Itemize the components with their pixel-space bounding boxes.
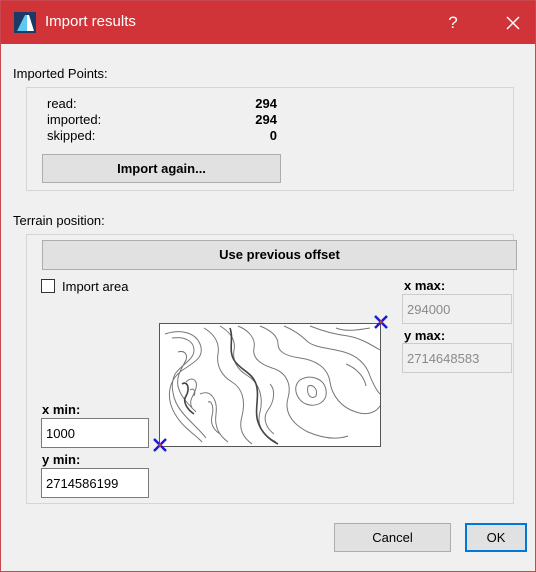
title-bar: Import results ? — [1, 1, 535, 44]
close-icon — [506, 16, 520, 30]
x-marker-icon-max[interactable] — [373, 314, 389, 330]
y-min-label: y min: — [42, 452, 81, 467]
imported-points-label: Imported Points: — [13, 66, 108, 81]
ok-button[interactable]: OK — [465, 523, 527, 552]
help-button[interactable]: ? — [438, 10, 468, 36]
skipped-label: skipped: — [47, 128, 96, 143]
import-results-dialog: Import results ? Imported Points: read: … — [0, 0, 536, 572]
read-value: 294 — [255, 96, 277, 111]
skipped-value: 0 — [269, 128, 277, 143]
import-area-checkbox[interactable] — [41, 279, 55, 293]
x-marker-icon-min[interactable] — [152, 437, 168, 453]
x-min-field[interactable] — [41, 418, 149, 448]
x-min-label: x min: — [42, 402, 81, 417]
x-max-field[interactable] — [402, 294, 512, 324]
y-max-field[interactable] — [402, 343, 512, 373]
read-label: read: — [47, 96, 77, 111]
cancel-button[interactable]: Cancel — [334, 523, 451, 552]
x-max-label: x max: — [404, 278, 446, 293]
import-again-button[interactable]: Import again... — [42, 154, 281, 183]
use-previous-offset-button[interactable]: Use previous offset — [42, 240, 517, 270]
imported-value: 294 — [255, 112, 277, 127]
imported-label: imported: — [47, 112, 102, 127]
app-logo-icon — [14, 12, 36, 33]
close-button[interactable] — [498, 10, 528, 36]
y-max-label: y max: — [404, 328, 446, 343]
terrain-map-preview[interactable] — [159, 323, 381, 447]
import-area-label[interactable]: Import area — [62, 279, 128, 294]
contour-map — [164, 325, 380, 445]
y-min-field[interactable] — [41, 468, 149, 498]
window-title: Import results — [45, 13, 136, 30]
terrain-position-label: Terrain position: — [13, 213, 105, 228]
